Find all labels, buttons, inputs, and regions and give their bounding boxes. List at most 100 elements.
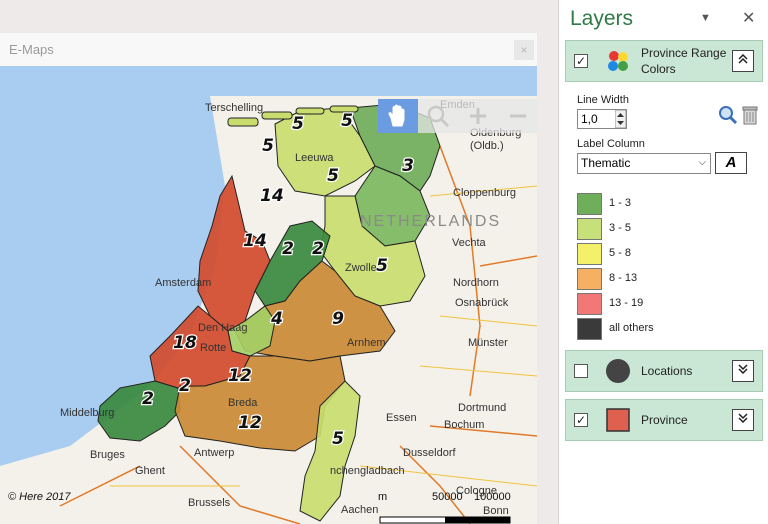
label-column-label: Label Column: [577, 138, 645, 150]
count-label-zeeland: 2: [142, 389, 154, 409]
legend-row: 5 - 8: [577, 243, 757, 265]
place-label-rotterdam: Rotte: [200, 342, 226, 354]
layer-name-line2: Colors: [641, 62, 676, 76]
double-chevron-up-icon: [738, 53, 748, 64]
scale-mark-50000: 50000: [432, 491, 463, 503]
label-column-select[interactable]: Thematic ⌵: [577, 153, 711, 174]
double-chevron-down-icon: [738, 413, 748, 424]
count-label-texel: 14: [260, 186, 284, 206]
zoom-select-button[interactable]: [418, 99, 458, 133]
label-column-value: Thematic: [581, 156, 631, 170]
place-label-denhaag: Den Haag: [198, 322, 248, 334]
map-svg[interactable]: 35521494182125555142212 TerschellingEmde…: [0, 66, 537, 524]
scale-mark-100000: 100000: [474, 491, 511, 503]
layer-checkbox-locations[interactable]: [574, 364, 588, 378]
count-label-wadden-west: 5: [262, 136, 274, 156]
legend-swatch[interactable]: [577, 218, 602, 240]
count-label-friesland: 5: [327, 166, 339, 186]
place-label-brussels: Brussels: [188, 497, 231, 509]
zoom-in-button[interactable]: [458, 99, 498, 133]
place-label-essen: Essen: [386, 412, 417, 424]
scale-bar: [379, 516, 511, 524]
expand-layer-button[interactable]: [732, 409, 754, 431]
place-label-breda: Breda: [228, 397, 258, 409]
panel-close-icon[interactable]: ✕: [742, 8, 755, 28]
count-label-wadden-east: 5: [341, 111, 353, 131]
count-label-zuid-holland: 18: [173, 333, 197, 353]
count-label-gelderland: 9: [332, 309, 344, 329]
wadden-island[interactable]: [261, 111, 293, 120]
panel-options-dropdown-icon[interactable]: ▼: [700, 12, 711, 24]
place-label-bochum: Bochum: [444, 419, 484, 431]
place-label-aachen: Aachen: [341, 504, 378, 516]
legend-swatch[interactable]: [577, 193, 602, 215]
count-label-hoekse: 2: [179, 376, 191, 396]
layer-settings: Line Width Label Column Thematic ⌵ A: [565, 85, 763, 347]
layer-card-province[interactable]: ✓ Province: [565, 399, 763, 441]
layer-name-line1: Province Range: [641, 46, 727, 60]
layer-name-province: Province: [641, 413, 688, 427]
zoom-in-plus-icon: [470, 108, 486, 124]
label-font-button[interactable]: A: [715, 152, 747, 174]
legend-label: 3 - 5: [609, 222, 632, 234]
legend-row: all others: [577, 318, 757, 340]
map-titlebar: E-Maps ×: [0, 33, 537, 66]
delete-layer-icon[interactable]: [742, 105, 758, 125]
place-label-zwolle: Zwolle: [345, 262, 377, 274]
map-canvas[interactable]: 35521494182125555142212 TerschellingEmde…: [0, 66, 537, 524]
place-label-dortmund: Dortmund: [458, 402, 506, 414]
count-label-wadden-mid: 5: [292, 114, 304, 134]
layer-card-province-range-colors[interactable]: ✓ Province Range Colors: [565, 40, 763, 82]
count-label-noord-holland: 14: [243, 231, 267, 251]
count-label-brabant-west: 12: [228, 366, 252, 386]
expand-layer-button[interactable]: [732, 360, 754, 382]
legend-swatch[interactable]: [577, 318, 602, 340]
legend-label: all others: [609, 322, 654, 334]
layers-panel-header: Layers ▼ ✕: [559, 0, 768, 37]
legend-row: 13 - 19: [577, 293, 757, 315]
range-colors-icon: [608, 51, 628, 71]
legend-row: 8 - 13: [577, 268, 757, 290]
layer-checkbox-province[interactable]: ✓: [574, 413, 588, 427]
place-label-netherlands: NETHERLANDS: [360, 213, 501, 230]
place-label-ghent: Ghent: [135, 465, 165, 477]
count-label-limburg: 5: [332, 429, 344, 449]
place-label-arnhem: Arnhem: [347, 337, 386, 349]
chevron-down-icon: ⌵: [698, 157, 706, 168]
double-chevron-down-icon: [738, 364, 748, 375]
count-label-overijssel: 5: [376, 256, 388, 276]
pan-tool-button[interactable]: [378, 99, 418, 133]
count-label-groningen: 3: [402, 156, 414, 176]
layer-checkbox-province-range-colors[interactable]: ✓: [574, 54, 588, 68]
legend-row: 1 - 3: [577, 193, 757, 215]
zoom-to-layer-icon[interactable]: [718, 105, 738, 125]
place-label-dusseldorf: Dusseldorf: [403, 447, 457, 459]
place-label-vechta: Vechta: [452, 237, 487, 249]
place-label-leeuwarden: Leeuwa: [295, 152, 334, 164]
line-width-label: Line Width: [577, 94, 629, 106]
layer-card-locations[interactable]: Locations: [565, 350, 763, 392]
count-label-utrecht: 4: [270, 309, 283, 329]
map-close-button[interactable]: ×: [514, 40, 534, 60]
legend-label: 5 - 8: [609, 247, 632, 259]
scale-unit-label: m: [378, 491, 388, 503]
count-label-markermeer: 2: [282, 239, 294, 259]
map-copyright: © Here 2017: [8, 491, 71, 503]
legend-swatch[interactable]: [577, 243, 602, 265]
place-label-monchengladbach: nchengladbach: [330, 465, 405, 477]
map-toolbar: [378, 99, 537, 133]
legend-swatch[interactable]: [577, 268, 602, 290]
zoom-magnifier-icon: [427, 105, 450, 128]
legend-swatch[interactable]: [577, 293, 602, 315]
layer-name-locations: Locations: [641, 364, 693, 378]
place-label-cloppenburg: Cloppenburg: [453, 187, 516, 199]
app-root: E-Maps × 3 5 5 2 14 9 4 18 2 12 5 5 5 5 …: [0, 0, 768, 524]
collapse-layer-button[interactable]: [732, 50, 754, 72]
line-width-spinner[interactable]: [615, 110, 626, 128]
zoom-out-minus-icon: [510, 114, 526, 118]
place-label-nordhorn: Nordhorn: [453, 277, 499, 289]
layers-panel-title: Layers: [570, 7, 634, 30]
zoom-out-button[interactable]: [498, 99, 537, 133]
wadden-island[interactable]: [227, 117, 259, 127]
legend-label: 13 - 19: [609, 297, 644, 309]
